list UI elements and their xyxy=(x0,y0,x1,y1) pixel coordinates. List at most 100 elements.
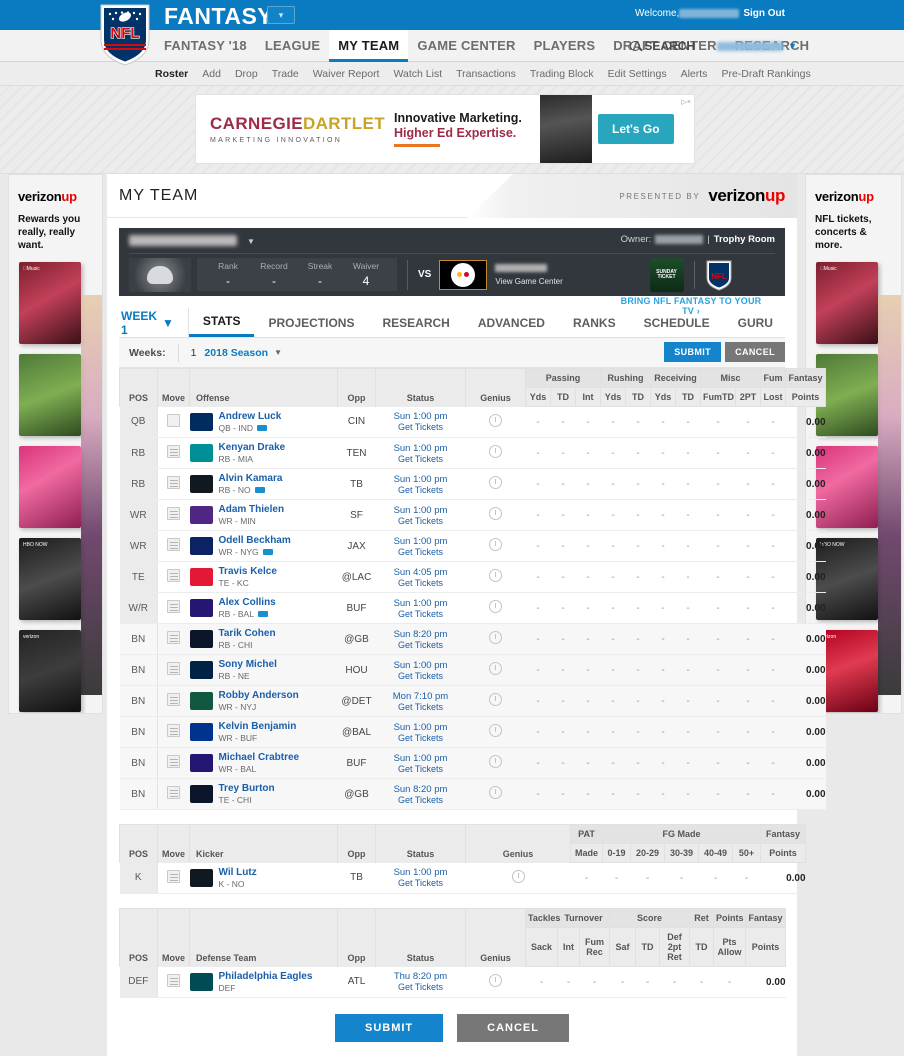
ad-disclosure-icon[interactable]: ▷× xyxy=(682,98,691,106)
move-handle-icon[interactable] xyxy=(167,445,181,458)
genius-clock-icon[interactable] xyxy=(489,507,502,520)
genius-clock-icon[interactable] xyxy=(489,755,502,768)
move-handle-icon[interactable] xyxy=(167,724,181,737)
table-row[interactable]: K Wil Lutz K - NO TB Sun 1:00 pm Get Tickets -… xyxy=(119,862,806,894)
move-handle-icon[interactable] xyxy=(167,693,181,706)
nav-item-players[interactable]: PLAYERS xyxy=(525,30,605,62)
move-handle-icon[interactable] xyxy=(167,538,181,551)
nav-item-league[interactable]: LEAGUE xyxy=(256,30,329,62)
table-row[interactable]: RB Alvin Kamara RB - NO TB Sun 1:00 pm Get Ti… xyxy=(119,468,826,500)
video-icon[interactable] xyxy=(262,549,273,556)
move-handle-icon[interactable] xyxy=(167,569,181,582)
table-row[interactable]: DEF Philadelphia Eagles DEF ATL Thu 8:20 pm G… xyxy=(119,966,786,998)
move-handle-cell[interactable] xyxy=(157,716,190,748)
move-handle-cell[interactable] xyxy=(157,778,190,810)
genius-clock-icon[interactable] xyxy=(489,538,502,551)
player-cell[interactable]: Robby Anderson WR - NYJ xyxy=(189,685,338,717)
move-handle-cell[interactable] xyxy=(157,747,190,779)
fantasy-dropdown-caret-icon[interactable]: ▾ xyxy=(267,6,295,24)
player-name-link[interactable]: Kelvin Benjamin xyxy=(219,721,297,732)
get-tickets-link[interactable]: Get Tickets xyxy=(376,578,466,588)
subnav-item-trade[interactable]: Trade xyxy=(272,68,299,80)
move-handle-cell[interactable] xyxy=(157,592,190,624)
player-name-link[interactable]: Michael Crabtree xyxy=(219,752,300,763)
table-row[interactable]: BN Trey Burton TE - CHI @GB Sun 8:20 pm Get T… xyxy=(119,778,826,810)
table-row[interactable]: BN Kelvin Benjamin WR - BUF @BAL Sun 1:00 pm… xyxy=(119,716,826,748)
get-tickets-link[interactable]: Get Tickets xyxy=(376,795,466,805)
genius-cell[interactable] xyxy=(465,654,526,686)
account-chevron-down-icon[interactable]: ▼ xyxy=(788,41,797,51)
get-tickets-link[interactable]: Get Tickets xyxy=(376,547,466,557)
nav-item-my-team[interactable]: MY TEAM xyxy=(329,30,409,62)
genius-clock-icon[interactable] xyxy=(489,662,502,675)
genius-cell[interactable] xyxy=(465,468,526,500)
genius-cell[interactable] xyxy=(465,716,526,748)
team-chevron-down-icon[interactable]: ▼ xyxy=(247,237,255,246)
cancel-button-bottom[interactable]: CANCEL xyxy=(457,1014,569,1042)
player-cell[interactable]: Adam Thielen WR - MIN xyxy=(189,499,338,531)
genius-clock-icon[interactable] xyxy=(489,786,502,799)
subnav-item-add[interactable]: Add xyxy=(202,68,221,80)
player-cell[interactable]: Michael Crabtree WR - BAL xyxy=(189,747,338,779)
player-cell[interactable]: Philadelphia Eagles DEF xyxy=(189,966,338,998)
move-handle-cell[interactable] xyxy=(157,966,190,998)
sunday-ticket-icon[interactable]: SUNDAY TICKET xyxy=(649,258,684,292)
move-handle-cell[interactable] xyxy=(157,530,190,562)
player-name-link[interactable]: Adam Thielen xyxy=(219,504,285,515)
move-handle-icon[interactable] xyxy=(167,600,181,613)
table-row[interactable]: RB Kenyan Drake RB - MIA TEN Sun 1:00 pm Get … xyxy=(119,437,826,469)
get-tickets-link[interactable]: Get Tickets xyxy=(376,609,466,619)
tab-projections[interactable]: PROJECTIONS xyxy=(254,308,368,337)
player-name-link[interactable]: Trey Burton xyxy=(219,783,275,794)
genius-cell[interactable] xyxy=(465,499,526,531)
move-handle-icon[interactable] xyxy=(167,507,181,520)
move-handle-icon[interactable] xyxy=(167,631,181,644)
player-cell[interactable]: Kelvin Benjamin WR - BUF xyxy=(189,716,338,748)
video-icon[interactable] xyxy=(256,425,267,431)
video-icon[interactable] xyxy=(257,611,268,618)
season-select[interactable]: 2018 Season xyxy=(204,347,268,359)
genius-cell[interactable] xyxy=(465,406,526,438)
genius-clock-icon[interactable] xyxy=(511,869,525,883)
get-tickets-link[interactable]: Get Tickets xyxy=(376,702,466,712)
player-name-link[interactable]: Alex Collins xyxy=(219,597,276,608)
move-handle-icon[interactable] xyxy=(167,786,181,799)
move-handle-cell[interactable] xyxy=(157,468,190,500)
genius-clock-icon[interactable] xyxy=(489,724,502,737)
table-row[interactable]: BN Tarik Cohen RB - CHI @GB Sun 8:20 pm Get T… xyxy=(119,623,826,655)
season-chevron-down-icon[interactable]: ▼ xyxy=(274,348,282,357)
subnav-item-transactions[interactable]: Transactions xyxy=(456,68,516,80)
table-row[interactable]: BN Robby Anderson WR - NYJ @DET Mon 7:10 pm G… xyxy=(119,685,826,717)
nav-item-game-center[interactable]: GAME CENTER xyxy=(408,30,524,62)
video-icon[interactable] xyxy=(254,487,265,494)
sign-out-link[interactable]: Sign Out xyxy=(743,8,785,19)
subnav-item-trading-block[interactable]: Trading Block xyxy=(530,68,594,80)
genius-cell[interactable] xyxy=(465,747,526,779)
genius-clock-icon[interactable] xyxy=(489,413,502,427)
genius-clock-icon[interactable] xyxy=(489,600,502,613)
player-name-link[interactable]: Kenyan Drake xyxy=(219,442,286,453)
move-handle-cell[interactable] xyxy=(157,623,190,655)
genius-clock-icon[interactable] xyxy=(489,693,502,706)
ad-cta-button[interactable]: Let's Go xyxy=(598,114,674,144)
move-handle-cell[interactable] xyxy=(157,437,190,469)
genius-cell[interactable] xyxy=(465,592,526,624)
sponsor-logo[interactable]: verizonup xyxy=(708,186,785,206)
player-cell[interactable]: Andrew Luck QB - IND xyxy=(189,406,338,438)
table-row[interactable]: QB Andrew Luck QB - IND CIN Sun 1:00 pm Get T… xyxy=(119,406,826,438)
submit-button-top[interactable]: SUBMIT xyxy=(664,342,722,362)
player-cell[interactable]: Travis Kelce TE - KC xyxy=(189,561,338,593)
genius-clock-icon[interactable] xyxy=(489,631,502,644)
genius-cell[interactable] xyxy=(465,437,526,469)
player-name-link[interactable]: Odell Beckham xyxy=(219,535,291,546)
move-handle-icon[interactable] xyxy=(167,662,181,675)
genius-clock-icon[interactable] xyxy=(489,973,502,987)
genius-cell[interactable] xyxy=(465,685,526,717)
move-handle-icon[interactable] xyxy=(167,476,181,489)
genius-cell[interactable] xyxy=(465,623,526,655)
player-cell[interactable]: Tarik Cohen RB - CHI xyxy=(189,623,338,655)
account-name-redacted[interactable] xyxy=(717,41,784,51)
get-tickets-link[interactable]: Get Tickets xyxy=(376,454,466,464)
tab-advanced[interactable]: ADVANCED xyxy=(464,308,559,337)
nfl-shield-logo[interactable]: NFL xyxy=(97,2,153,68)
